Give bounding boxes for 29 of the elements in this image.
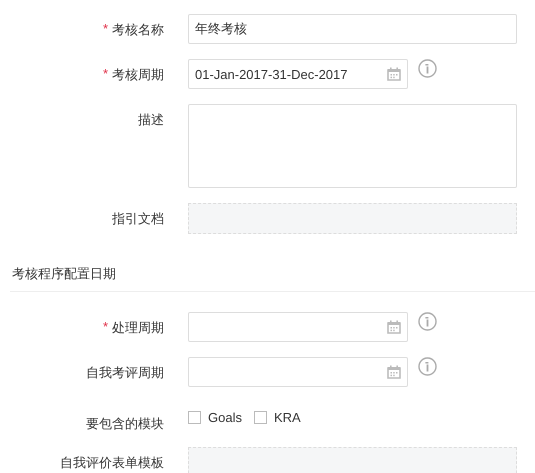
description-field[interactable] xyxy=(188,104,517,188)
date-field[interactable] xyxy=(188,357,408,387)
field-label: 处理周期 xyxy=(112,320,164,336)
calendar-icon[interactable] xyxy=(387,67,401,81)
field-label: 自我考评周期 xyxy=(86,365,164,381)
checkbox[interactable] xyxy=(254,410,267,424)
upload-area[interactable] xyxy=(188,203,517,234)
info-icon[interactable] xyxy=(418,59,437,78)
checkbox[interactable] xyxy=(188,410,201,424)
info-icon[interactable] xyxy=(418,357,437,376)
field-label: 描述 xyxy=(138,112,164,128)
calendar-icon[interactable] xyxy=(387,365,401,379)
required-mark: * xyxy=(102,22,108,35)
upload-area[interactable] xyxy=(188,447,517,473)
required-mark: * xyxy=(102,320,108,333)
field-label: 要包含的模块 xyxy=(86,416,164,432)
field-label: 考核名称 xyxy=(112,22,164,38)
field-label: 指引文档 xyxy=(112,211,164,227)
required-mark: * xyxy=(102,67,108,80)
date-field[interactable] xyxy=(188,312,408,342)
module-option[interactable]: Goals xyxy=(188,410,242,424)
date-field[interactable]: 01-Jan-2017-31-Dec-2017 xyxy=(188,59,408,89)
module-option[interactable]: KRA xyxy=(254,410,301,424)
field-label: 考核周期 xyxy=(112,67,164,83)
info-icon[interactable] xyxy=(418,312,437,331)
section-title: 考核程序配置日期 xyxy=(12,265,116,283)
calendar-icon[interactable] xyxy=(387,320,401,334)
name-field[interactable]: 年终考核 xyxy=(188,14,517,44)
field-label: 自我评价表单模板 xyxy=(60,455,164,471)
